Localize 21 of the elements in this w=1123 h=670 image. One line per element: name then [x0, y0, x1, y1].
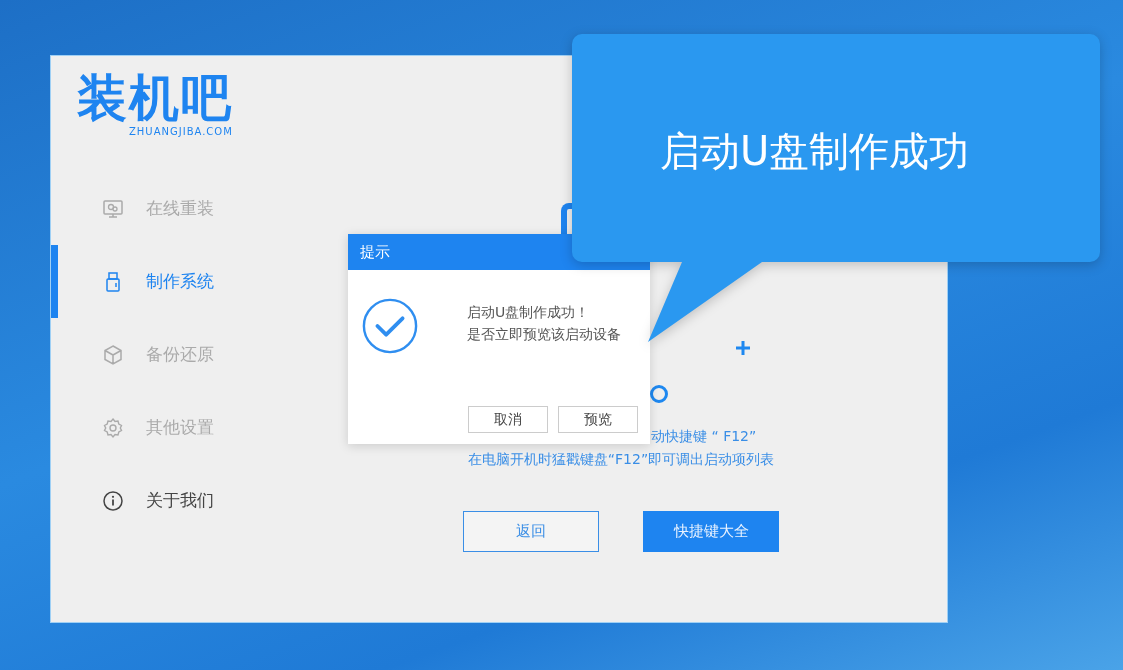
hint-text: 动快捷键 “ F12” — [651, 428, 757, 446]
logo-text: 装机吧 — [77, 70, 234, 126]
plus-icon — [735, 340, 751, 356]
cancel-button[interactable]: 取消 — [468, 406, 548, 433]
info-icon — [102, 489, 124, 512]
settings-icon — [102, 416, 124, 439]
preview-button[interactable]: 预览 — [558, 406, 638, 433]
hint-text: 在电脑开机时猛戳键盘“F12”即可调出启动项列表 — [467, 451, 775, 469]
dialog-message: 是否立即预览该启动设备 — [467, 325, 621, 344]
cube-icon — [102, 343, 124, 366]
back-button[interactable]: 返回 — [463, 511, 599, 552]
dialog-message: 启动U盘制作成功！ — [467, 303, 591, 322]
sidebar-item[interactable]: 关于我们 — [51, 464, 271, 537]
monitor-icon — [102, 197, 124, 220]
ring-icon — [649, 384, 669, 404]
success-check-icon — [361, 297, 419, 355]
logo-domain: ZHUANGJIBA.COM — [129, 126, 234, 137]
callout-text: 启动U盘制作成功 — [660, 127, 970, 176]
shortcut-keys-button[interactable]: 快捷键大全 — [643, 511, 779, 552]
dialog-title: 提示 — [360, 242, 390, 262]
sidebar-item[interactable]: 制作系统 — [51, 245, 271, 318]
